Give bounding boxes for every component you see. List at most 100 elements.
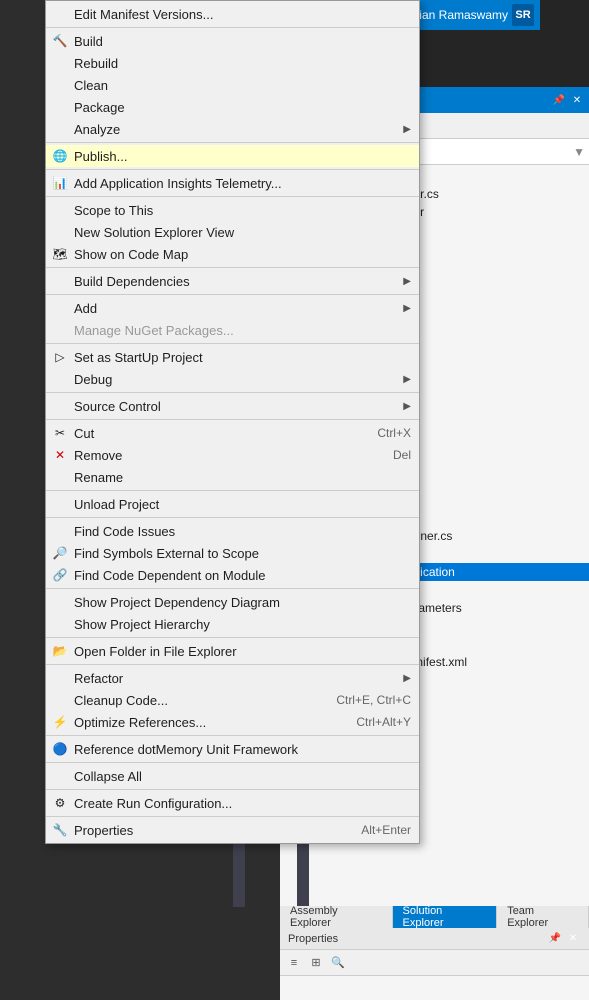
- arrow-icon: ▶: [403, 673, 411, 684]
- separator: [46, 294, 419, 295]
- menu-item-properties[interactable]: 🔧 Properties Alt+Enter: [46, 819, 419, 841]
- menu-item-analyze[interactable]: Analyze ▶: [46, 118, 419, 140]
- menu-item-optimize[interactable]: ⚡ Optimize References... Ctrl+Alt+Y: [46, 711, 419, 733]
- menu-item-cleanup[interactable]: Cleanup Code... Ctrl+E, Ctrl+C: [46, 689, 419, 711]
- menu-item-cut[interactable]: ✂ Cut Ctrl+X: [46, 422, 419, 444]
- properties-header: Properties 📌 ✕: [280, 928, 589, 950]
- menu-label: Debug: [74, 372, 399, 387]
- menu-item-debug[interactable]: Debug ▶: [46, 368, 419, 390]
- menu-label: Edit Manifest Versions...: [74, 7, 411, 22]
- menu-item-rebuild[interactable]: Rebuild: [46, 52, 419, 74]
- menu-label: Rename: [74, 470, 411, 485]
- menu-item-create-run[interactable]: ⚙ Create Run Configuration...: [46, 792, 419, 814]
- menu-label: Open Folder in File Explorer: [74, 644, 411, 659]
- search-dropdown-icon[interactable]: ▼: [573, 145, 585, 159]
- se-header-icons: 📌 ✕: [551, 92, 585, 108]
- build-icon: 🔨: [52, 33, 68, 49]
- tab-label: Team Explorer: [507, 905, 578, 929]
- menu-label: Analyze: [74, 122, 399, 137]
- menu-label: Properties: [74, 823, 341, 838]
- props-toolbar-btn-1[interactable]: ≡: [284, 954, 304, 972]
- properties-panel: Properties 📌 ✕ ≡ ⊞ 🔍: [280, 928, 589, 1000]
- menu-item-scope[interactable]: Scope to This: [46, 199, 419, 221]
- menu-label: Find Symbols External to Scope: [74, 546, 411, 561]
- menu-label: Show on Code Map: [74, 247, 411, 262]
- separator: [46, 343, 419, 344]
- remove-icon: ✕: [52, 447, 68, 463]
- menu-label: Refactor: [74, 671, 399, 686]
- menu-label: Rebuild: [74, 56, 411, 71]
- menu-item-ref-dotmemory[interactable]: 🔵 Reference dotMemory Unit Framework: [46, 738, 419, 760]
- pin-icon[interactable]: 📌: [551, 92, 567, 108]
- close-icon[interactable]: ✕: [569, 92, 585, 108]
- separator: [46, 664, 419, 665]
- menu-item-build[interactable]: 🔨 Build: [46, 30, 419, 52]
- menu-item-show-code-map[interactable]: 🗺 Show on Code Map: [46, 243, 419, 265]
- menu-item-rename[interactable]: Rename: [46, 466, 419, 488]
- menu-item-show-hierarchy[interactable]: Show Project Hierarchy: [46, 613, 419, 635]
- optimize-icon: ⚡: [52, 714, 68, 730]
- separator: [46, 419, 419, 420]
- menu-label: Build: [74, 34, 411, 49]
- separator: [46, 637, 419, 638]
- tab-assembly-explorer[interactable]: Assembly Explorer: [280, 906, 393, 928]
- menu-item-manage-nuget[interactable]: Manage NuGet Packages...: [46, 319, 419, 341]
- menu-item-show-dep-diagram[interactable]: Show Project Dependency Diagram: [46, 591, 419, 613]
- menu-label: Unload Project: [74, 497, 411, 512]
- menu-label: Cut: [74, 426, 357, 441]
- props-toolbar-btn-2[interactable]: ⊞: [306, 954, 326, 972]
- pin-icon-props[interactable]: 📌: [547, 931, 563, 947]
- menu-item-remove[interactable]: ✕ Remove Del: [46, 444, 419, 466]
- menu-item-find-symbols[interactable]: 🔎 Find Symbols External to Scope: [46, 542, 419, 564]
- publish-icon: 🌐: [52, 148, 68, 164]
- menu-label: Show Project Hierarchy: [74, 617, 411, 632]
- menu-label: Collapse All: [74, 769, 411, 784]
- menu-item-publish[interactable]: 🌐 Publish...: [46, 145, 419, 167]
- tab-team-explorer[interactable]: Team Explorer: [497, 906, 589, 928]
- separator: [46, 789, 419, 790]
- dotmemory-icon: 🔵: [52, 741, 68, 757]
- menu-label: Source Control: [74, 399, 399, 414]
- menu-item-new-solution-view[interactable]: New Solution Explorer View: [46, 221, 419, 243]
- tab-solution-explorer[interactable]: Solution Explorer: [393, 906, 498, 928]
- arrow-icon: ▶: [403, 124, 411, 135]
- menu-item-unload[interactable]: Unload Project: [46, 493, 419, 515]
- findsymbols-icon: 🔎: [52, 545, 68, 561]
- properties-toolbar: ≡ ⊞ 🔍: [280, 950, 589, 976]
- menu-label: Remove: [74, 448, 373, 463]
- runconfig-icon: ⚙: [52, 795, 68, 811]
- findcode-icon: 🔗: [52, 567, 68, 583]
- separator: [46, 196, 419, 197]
- close-icon-props[interactable]: ✕: [565, 931, 581, 947]
- menu-item-build-deps[interactable]: Build Dependencies ▶: [46, 270, 419, 292]
- menu-item-collapse-all[interactable]: Collapse All: [46, 765, 419, 787]
- menu-label: Add: [74, 301, 399, 316]
- shortcut: Alt+Enter: [361, 823, 411, 837]
- menu-item-open-folder[interactable]: 📂 Open Folder in File Explorer: [46, 640, 419, 662]
- menu-item-find-code-issues[interactable]: Find Code Issues: [46, 520, 419, 542]
- menu-item-package[interactable]: Package: [46, 96, 419, 118]
- menu-label: Optimize References...: [74, 715, 336, 730]
- menu-item-add-insights[interactable]: 📊 Add Application Insights Telemetry...: [46, 172, 419, 194]
- separator: [46, 735, 419, 736]
- arrow-icon: ▶: [403, 401, 411, 412]
- menu-item-set-startup[interactable]: ▷ Set as StartUp Project: [46, 346, 419, 368]
- menu-label: Cleanup Code...: [74, 693, 316, 708]
- props-toolbar-btn-3[interactable]: 🔍: [328, 954, 348, 972]
- separator: [46, 762, 419, 763]
- menu-item-refactor[interactable]: Refactor ▶: [46, 667, 419, 689]
- menu-item-clean[interactable]: Clean: [46, 74, 419, 96]
- tab-label: Assembly Explorer: [290, 905, 382, 929]
- shortcut: Ctrl+Alt+Y: [356, 715, 411, 729]
- menu-item-source-control[interactable]: Source Control ▶: [46, 395, 419, 417]
- properties-title: Properties: [288, 933, 338, 945]
- menu-item-add[interactable]: Add ▶: [46, 297, 419, 319]
- shortcut: Ctrl+X: [377, 426, 411, 440]
- menu-item-edit-manifest[interactable]: Edit Manifest Versions...: [46, 3, 419, 25]
- user-avatar[interactable]: SR: [512, 4, 534, 26]
- separator: [46, 392, 419, 393]
- insights-icon: 📊: [52, 175, 68, 191]
- menu-item-find-code-dep[interactable]: 🔗 Find Code Dependent on Module: [46, 564, 419, 586]
- menu-label: Show Project Dependency Diagram: [74, 595, 411, 610]
- tab-label: Solution Explorer: [403, 905, 487, 929]
